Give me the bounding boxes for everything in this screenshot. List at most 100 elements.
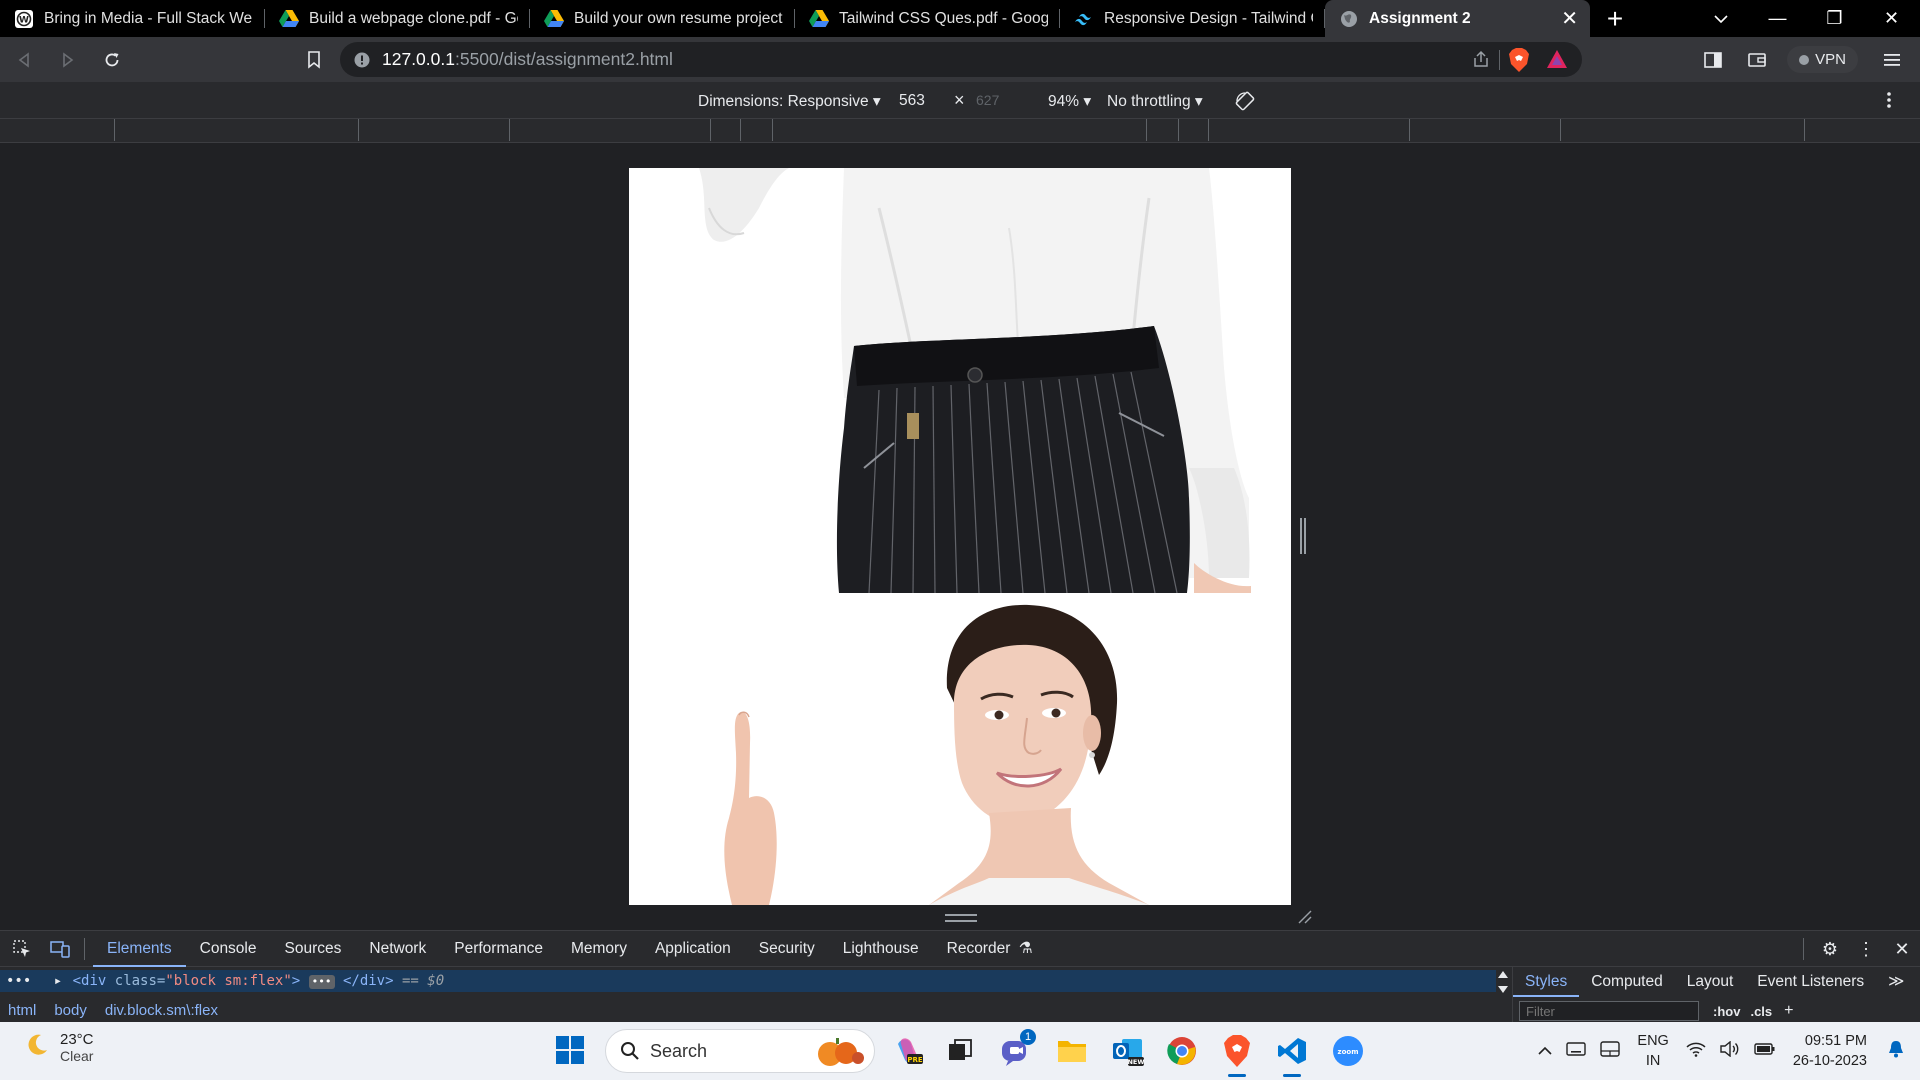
tab-lighthouse[interactable]: Lighthouse (829, 931, 933, 967)
tab-strip: W Bring in Media - Full Stack Web D Buil… (0, 0, 1920, 37)
minimize-button[interactable]: — (1749, 8, 1806, 29)
resize-handle-right[interactable] (1300, 518, 1306, 554)
taskbar-search[interactable]: Search (605, 1029, 875, 1073)
share-icon[interactable] (1472, 50, 1490, 73)
tab-search-chevron-icon[interactable] (1692, 8, 1749, 29)
tab-layout[interactable]: Layout (1675, 967, 1746, 997)
notification-bell-icon[interactable] (1888, 1040, 1904, 1063)
tab-memory[interactable]: Memory (557, 931, 641, 967)
brave-rewards-icon[interactable] (1546, 48, 1568, 75)
teams-chat-icon[interactable]: 1 (998, 1029, 1036, 1069)
language-indicator[interactable]: ENG IN (1637, 1031, 1668, 1071)
node-actions-dots[interactable]: ••• (6, 973, 31, 989)
devtools-more-icon[interactable]: ⋮ (1848, 939, 1884, 960)
tab-computed[interactable]: Computed (1579, 967, 1675, 997)
task-view-icon[interactable] (942, 1033, 978, 1069)
dimensions-dropdown[interactable]: Dimensions: Responsive ▾ (698, 92, 881, 111)
keyboard-icon[interactable] (1566, 1041, 1587, 1061)
windows-taskbar: 23°C Clear Search PRE 1 NEW zoom ENG IN … (0, 1022, 1920, 1080)
touchpad-icon[interactable] (1600, 1040, 1621, 1062)
breadcrumb-div[interactable]: div.block.sm\:flex (105, 1002, 218, 1019)
height-input[interactable]: 627 (976, 92, 999, 108)
zoom-dropdown[interactable]: 94% ▾ (1048, 92, 1091, 111)
search-highlight-icon (810, 1036, 866, 1073)
flask-icon: ⚗ (1018, 939, 1033, 957)
rotate-icon[interactable] (1234, 90, 1256, 117)
hov-toggle[interactable]: :hov (1713, 1004, 1740, 1019)
wallet-icon[interactable] (1737, 40, 1777, 80)
file-explorer-icon[interactable] (1054, 1033, 1090, 1069)
dom-open-tag: <div (72, 973, 107, 989)
selected-dom-node[interactable]: ••• ▸ <div class="block sm:flex"> ••• </… (0, 970, 1496, 992)
clock[interactable]: 09:51 PM 26-10-2023 (1793, 1031, 1867, 1071)
battery-icon[interactable] (1754, 1042, 1776, 1061)
dom-attr-value: "block sm:flex" (165, 973, 292, 989)
settings-gear-icon[interactable]: ⚙ (1812, 939, 1848, 960)
inspect-element-icon[interactable] (6, 931, 38, 967)
reload-button[interactable] (92, 40, 132, 80)
tab-event-listeners[interactable]: Event Listeners (1745, 967, 1876, 997)
tab-resume-project[interactable]: Build your own resume project.p (530, 0, 795, 37)
tab-performance[interactable]: Performance (440, 931, 557, 967)
google-drive-icon (279, 9, 299, 29)
tab-application[interactable]: Application (641, 931, 745, 967)
breadcrumb-html[interactable]: html (8, 1002, 36, 1019)
menu-icon[interactable] (1872, 40, 1912, 80)
windows-start-icon[interactable] (555, 1035, 585, 1070)
volume-icon[interactable] (1720, 1040, 1740, 1062)
device-more-icon[interactable] (1886, 90, 1892, 115)
breadcrumb-body[interactable]: body (54, 1002, 87, 1019)
close-devtools-icon[interactable]: ✕ (1884, 939, 1920, 960)
tab-bring-in-media[interactable]: W Bring in Media - Full Stack Web D (0, 0, 265, 37)
resize-handle-bottom[interactable] (945, 914, 977, 922)
add-rule-icon[interactable]: + (1784, 1002, 1793, 1020)
brave-shields-icon[interactable] (1508, 48, 1530, 77)
tab-assignment-2[interactable]: Assignment 2 ✕ (1325, 0, 1590, 37)
dom-open-tag-close: > (291, 973, 301, 989)
tab-sources[interactable]: Sources (271, 931, 356, 967)
brave-browser-icon[interactable] (1219, 1033, 1255, 1077)
cls-toggle[interactable]: .cls (1750, 1004, 1772, 1019)
site-info-icon[interactable] (354, 52, 370, 68)
copilot-icon[interactable]: PRE (890, 1033, 926, 1069)
new-tab-button[interactable]: + (1590, 3, 1640, 35)
media-query-bar[interactable] (0, 119, 1920, 143)
tab-recorder[interactable]: Recorder ⚗ (933, 931, 1047, 967)
more-tabs-chevron-icon[interactable]: ≫ (1876, 967, 1916, 997)
back-button[interactable] (4, 40, 44, 80)
device-toggle-icon[interactable] (44, 931, 76, 967)
zoom-icon[interactable]: zoom (1330, 1033, 1366, 1069)
dom-scroll-arrows[interactable] (1496, 967, 1510, 997)
chrome-icon[interactable] (1164, 1033, 1200, 1069)
sidebar-toggle-icon[interactable] (1693, 40, 1733, 80)
vscode-icon[interactable] (1274, 1033, 1310, 1077)
dimensions-label: Dimensions: Responsive (698, 93, 869, 110)
width-input[interactable]: 563 (899, 92, 925, 110)
moon-icon (24, 1032, 50, 1063)
restore-button[interactable]: ❐ (1806, 8, 1863, 29)
collapsed-children-badge[interactable]: ••• (308, 975, 335, 989)
tab-elements[interactable]: Elements (93, 931, 186, 967)
bookmark-icon[interactable] (294, 40, 334, 80)
resize-handle-corner-icon[interactable] (1296, 908, 1312, 924)
throttling-dropdown[interactable]: No throttling ▾ (1107, 92, 1203, 111)
show-hidden-icons-chevron-icon[interactable] (1538, 1042, 1552, 1060)
svg-text:NEW: NEW (1127, 1058, 1144, 1066)
forward-button[interactable] (48, 40, 88, 80)
tab-styles[interactable]: Styles (1513, 967, 1580, 997)
close-tab-icon[interactable]: ✕ (1561, 6, 1578, 31)
close-window-button[interactable]: ✕ (1863, 8, 1920, 29)
expand-triangle-icon[interactable]: ▸ (54, 973, 62, 989)
tab-network[interactable]: Network (355, 931, 440, 967)
vpn-button[interactable]: VPN (1787, 46, 1858, 73)
tab-responsive-design[interactable]: Responsive Design - Tailwind CSS (1060, 0, 1325, 37)
wifi-icon[interactable] (1686, 1041, 1706, 1062)
weather-widget[interactable]: 23°C Clear (24, 1031, 94, 1064)
tab-tailwind-ques[interactable]: Tailwind CSS Ques.pdf - Google I (795, 0, 1060, 37)
tab-webpage-clone[interactable]: Build a webpage clone.pdf - Goo (265, 0, 530, 37)
address-bar[interactable]: 127.0.0.1:5500/dist/assignment2.html (340, 42, 1582, 77)
tab-security[interactable]: Security (745, 931, 829, 967)
outlook-icon[interactable]: NEW (1110, 1033, 1146, 1069)
styles-filter-input[interactable] (1519, 1001, 1699, 1021)
tab-console[interactable]: Console (186, 931, 271, 967)
